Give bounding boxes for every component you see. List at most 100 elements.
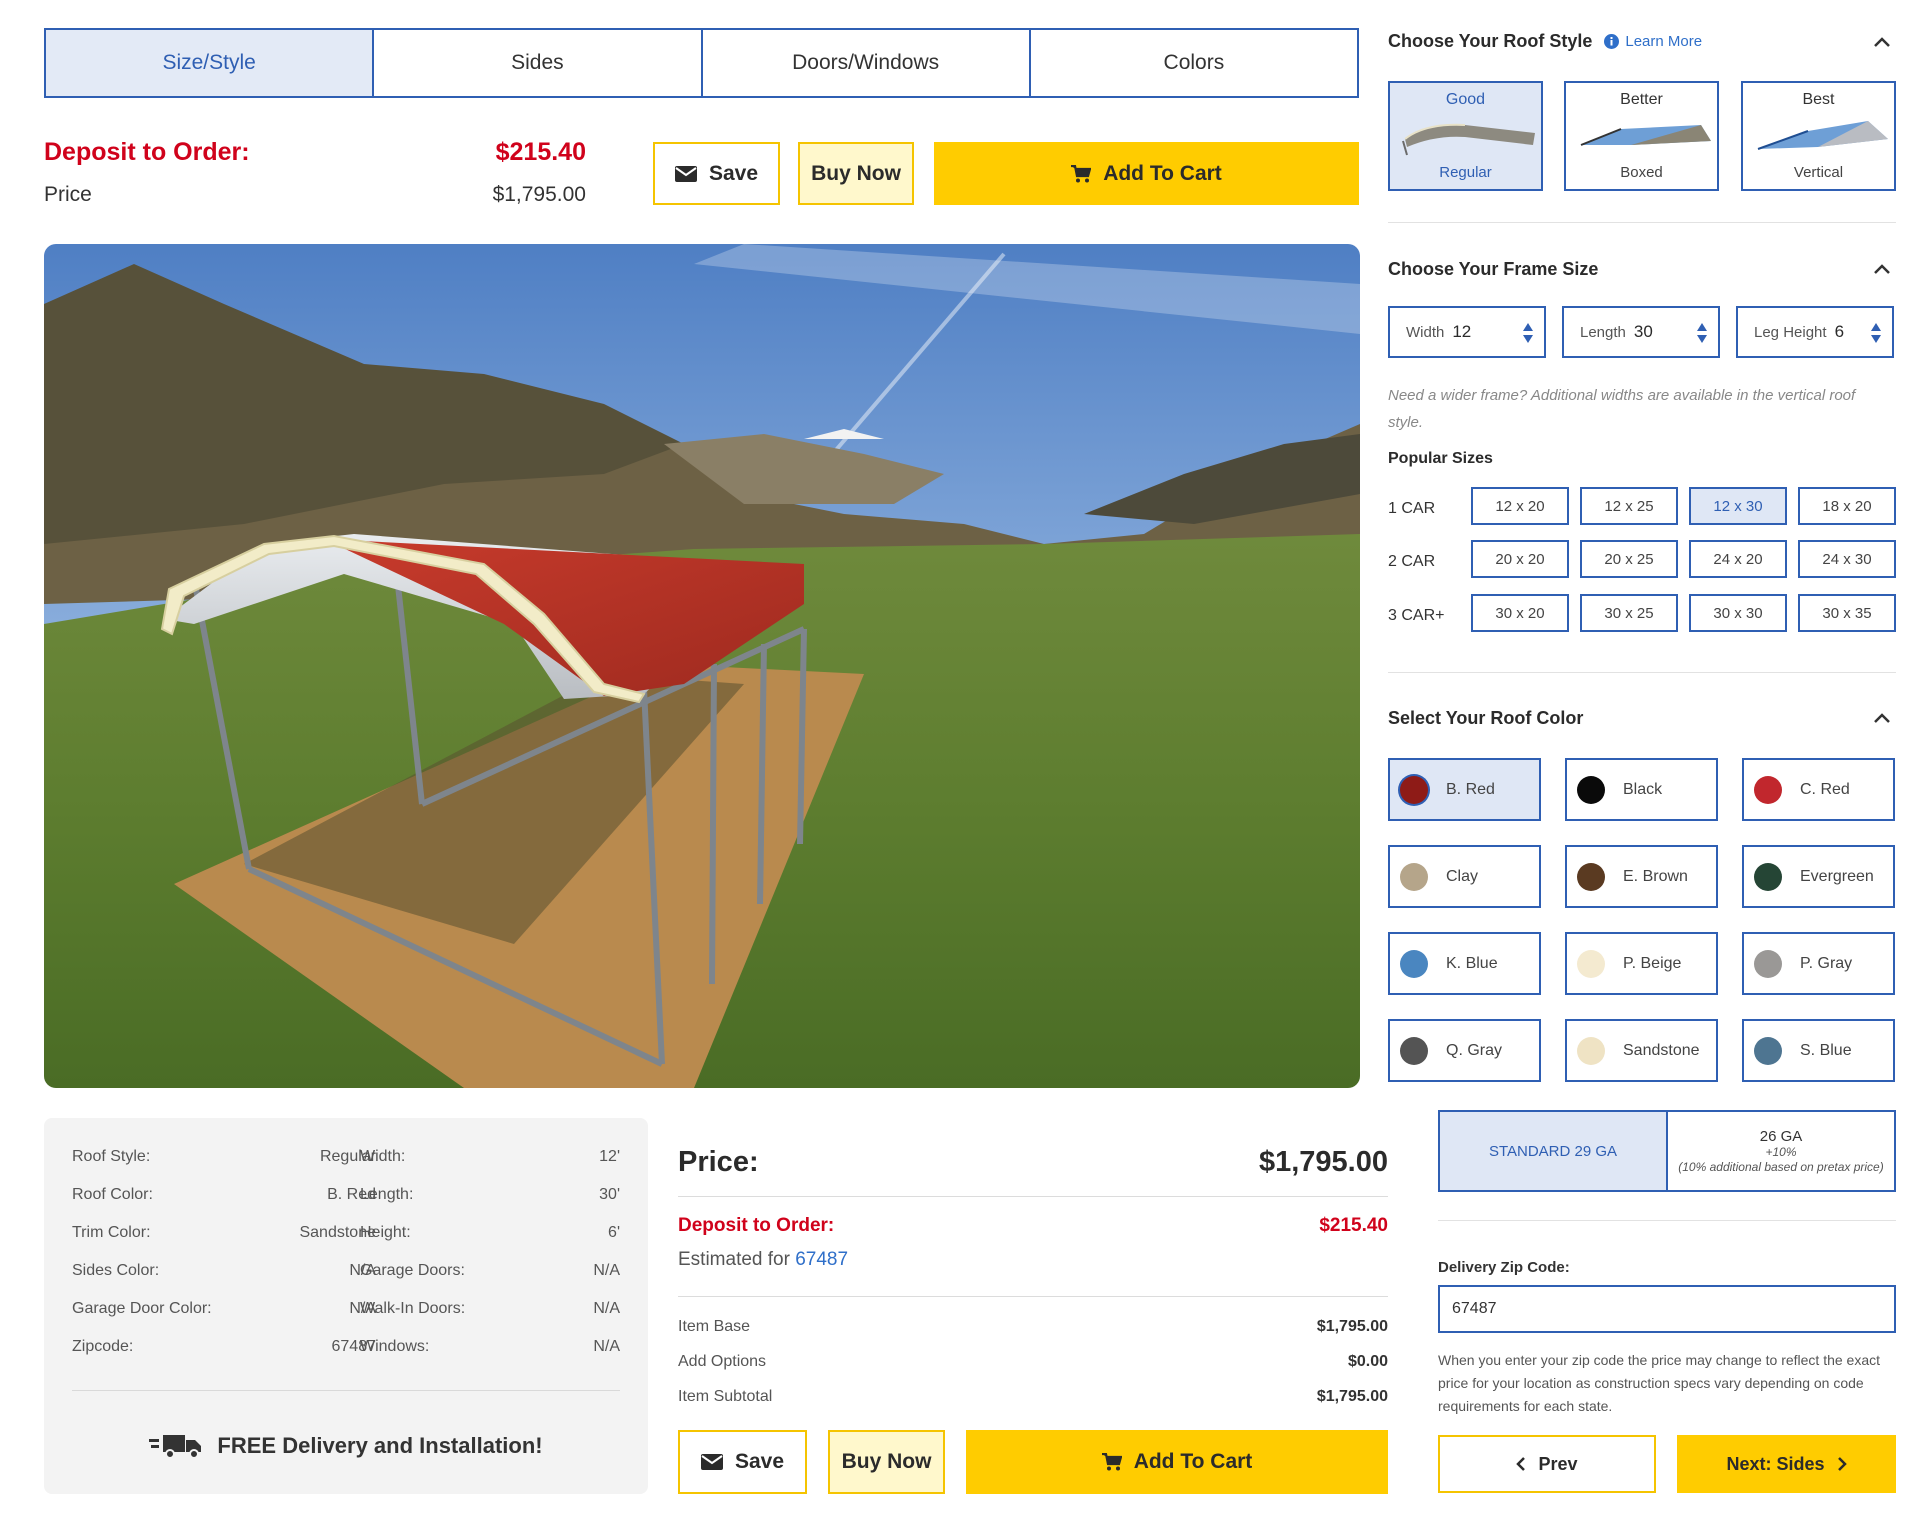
length-select[interactable]: Length 30 [1562,306,1720,358]
tab-size-style[interactable]: Size/Style [46,30,375,96]
summary-value: N/A [593,1262,620,1279]
summary-value: N/A [593,1300,620,1317]
tab-colors[interactable]: Colors [1030,30,1357,96]
scene-illustration [44,244,1360,1088]
size-row-label: 1 CAR [1388,500,1436,517]
color-name: Black [1623,780,1663,798]
cart-icon [1071,164,1092,183]
bottom-add-to-cart-button[interactable]: Add To Cart [966,1430,1388,1494]
frame-size-title: Choose Your Frame Size [1388,259,1599,279]
roof-color-option[interactable]: Black [1565,758,1718,821]
color-name: C. Red [1800,780,1850,798]
color-swatch [1577,862,1605,891]
save-label: Save [708,161,759,185]
collapse-roof-style[interactable] [1870,30,1894,54]
roof-style-vertical[interactable]: Best Vertical [1741,81,1896,191]
price-deposit-label: Deposit to Order: [678,1215,835,1236]
summary-label: Roof Style: [72,1148,151,1165]
zip-input[interactable] [1438,1285,1896,1333]
estimated-zip-link[interactable]: 67487 [795,1249,848,1270]
size-option[interactable]: 30 x 25 [1580,594,1678,632]
next-sides-button[interactable]: Next: Sides [1677,1435,1896,1493]
learn-more-label: Learn More [1625,33,1703,50]
summary-value: B. Red [327,1186,376,1203]
size-option[interactable]: 20 x 20 [1471,540,1569,578]
chevron-up-icon [1874,37,1890,47]
size-option[interactable]: 30 x 20 [1471,594,1569,632]
price-deposit-value: $215.40 [1319,1215,1388,1236]
size-option[interactable]: 12 x 30 [1689,487,1787,525]
carport-3d-preview[interactable] [44,244,1360,1088]
roof-color-option[interactable]: P. Gray [1742,932,1895,995]
line-item-label: Item Base [678,1318,751,1335]
color-swatch [1577,949,1605,978]
bottom-save-label: Save [734,1450,785,1473]
roof-style-boxed[interactable]: Better Boxed [1564,81,1719,191]
estimated-for: Estimated for 67487 [678,1249,848,1271]
gauge-26-option[interactable]: 26 GA +10% (10% additional based on pret… [1668,1112,1894,1190]
summary-divider [72,1390,620,1391]
line-item-value: $0.00 [1347,1353,1388,1370]
leg-height-value: 6 [1834,322,1845,341]
width-label: Width [1406,323,1445,341]
add-to-cart-button[interactable]: Add To Cart [934,142,1359,205]
color-name: S. Blue [1800,1041,1852,1059]
roof-color-option[interactable]: P. Beige [1565,932,1718,995]
size-option[interactable]: 24 x 20 [1689,540,1787,578]
delivery-truck-icon [149,1433,203,1459]
tab-doors-windows[interactable]: Doors/Windows [702,30,1031,96]
size-option[interactable]: 18 x 20 [1798,487,1896,525]
color-name: E. Brown [1623,867,1688,885]
roof-color-option[interactable]: Clay [1388,845,1541,908]
size-option[interactable]: 30 x 35 [1798,594,1896,632]
width-select[interactable]: Width 12 [1388,306,1546,358]
roof-color-option[interactable]: Sandstone [1565,1019,1718,1082]
size-option[interactable]: 20 x 25 [1580,540,1678,578]
size-option[interactable]: 30 x 30 [1689,594,1787,632]
roof-color-title: Select Your Roof Color [1388,708,1584,728]
roof-style-regular[interactable]: Good Regular [1388,81,1543,191]
summary-label: Length: [360,1186,414,1203]
size-option[interactable]: 24 x 30 [1798,540,1896,578]
roof-color-option[interactable]: C. Red [1742,758,1895,821]
summary-value: 12' [599,1148,620,1165]
zip-label: Delivery Zip Code: [1438,1259,1570,1276]
regular-roof-icon [1402,123,1535,156]
size-option[interactable]: 12 x 20 [1471,487,1569,525]
roof-color-option[interactable]: E. Brown [1565,845,1718,908]
buy-now-button[interactable]: Buy Now [798,142,914,205]
gauge-selector: STANDARD 29 GA 26 GA +10% (10% additiona… [1438,1110,1896,1192]
collapse-frame-size[interactable] [1870,257,1894,281]
gauge-26-pct: +10% [1765,1144,1797,1159]
leg-height-label: Leg Height [1754,323,1827,341]
color-swatch [1754,775,1782,804]
buy-now-label: Buy Now [811,161,901,185]
color-swatch [1754,949,1782,978]
prev-button[interactable]: Prev [1438,1435,1656,1493]
bottom-buy-now-button[interactable]: Buy Now [828,1430,945,1494]
roof-color-option[interactable]: Q. Gray [1388,1019,1541,1082]
color-swatch [1400,949,1428,978]
chevron-left-icon [1516,1457,1526,1471]
color-name: K. Blue [1446,954,1498,972]
gauge-standard-option[interactable]: STANDARD 29 GA [1440,1112,1668,1190]
bottom-save-button[interactable]: Save [678,1430,807,1494]
tab-sides[interactable]: Sides [374,30,703,96]
summary-value: N/A [593,1338,620,1355]
save-button[interactable]: Save [653,142,780,205]
summary-label: Zipcode: [72,1338,134,1355]
chevron-up-icon [1874,713,1890,723]
learn-more-link[interactable]: Learn More [1604,33,1702,50]
roof-color-option[interactable]: S. Blue [1742,1019,1895,1082]
collapse-roof-color[interactable] [1870,706,1894,730]
roof-color-option[interactable]: Evergreen [1742,845,1895,908]
price-total: $1,795.00 [1258,1146,1388,1178]
leg-height-select[interactable]: Leg Height 6 [1736,306,1894,358]
stepper-arrows-icon [1871,323,1881,343]
summary-label: Windows: [360,1338,430,1355]
boxed-roof-icon [1580,125,1711,146]
roof-color-option[interactable]: B. Red [1388,758,1541,821]
roof-color-option[interactable]: K. Blue [1388,932,1541,995]
color-name: Clay [1446,867,1479,885]
size-option[interactable]: 12 x 25 [1580,487,1678,525]
